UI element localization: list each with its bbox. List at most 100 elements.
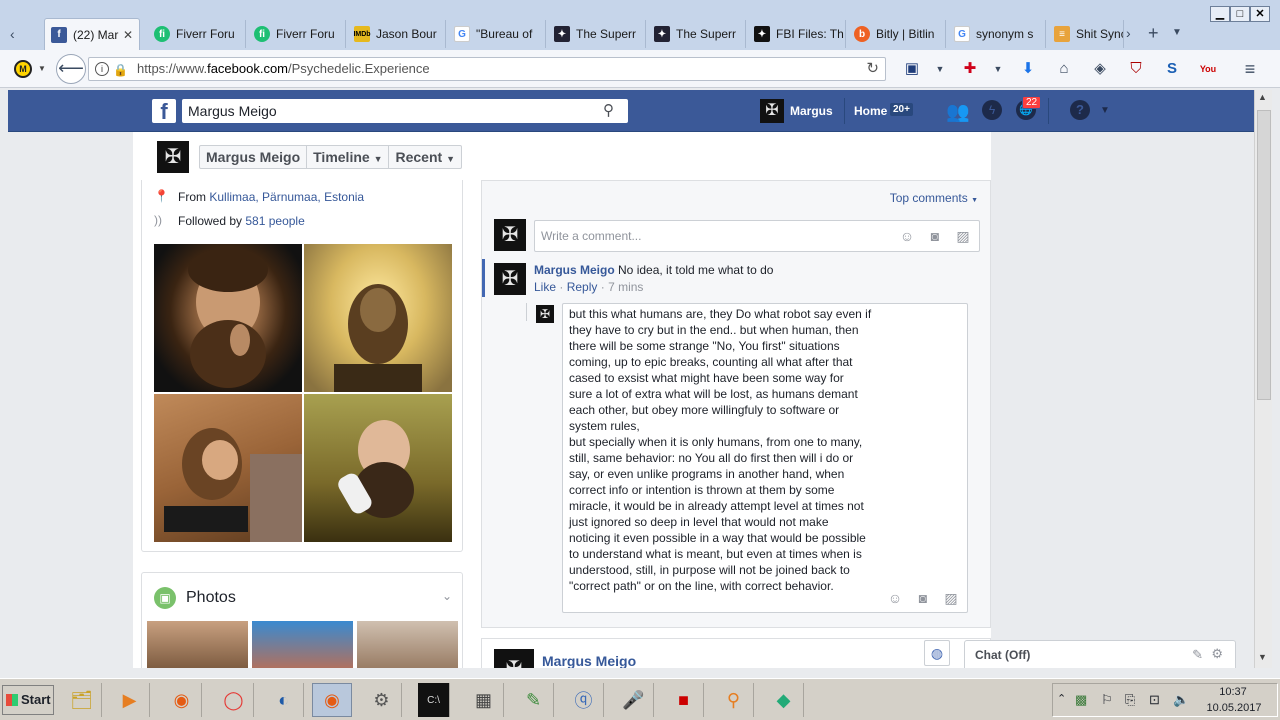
scroll-up-icon[interactable]: ▲ bbox=[1258, 92, 1267, 102]
photos-title[interactable]: Photos bbox=[186, 589, 236, 607]
photo-thumbnail[interactable] bbox=[304, 394, 452, 542]
tab-superr-1[interactable]: ✦ The Superr bbox=[548, 20, 646, 48]
comment-time[interactable]: 7 mins bbox=[608, 280, 643, 294]
save-dropdown-icon[interactable]: ▼ bbox=[930, 59, 950, 79]
opera-icon[interactable]: ◯ bbox=[214, 683, 254, 717]
profile-name-button[interactable]: Margus Meigo bbox=[200, 146, 308, 168]
security-icon[interactable]: ■ bbox=[664, 683, 704, 717]
hometown-link[interactable]: Kullimaa, Pärnumaa, Estonia bbox=[209, 190, 364, 204]
microphone-icon[interactable]: 🎤 bbox=[614, 683, 654, 717]
tab-fbi-files[interactable]: ✦ FBI Files: Th bbox=[748, 20, 846, 48]
chat-bar[interactable]: Chat (Off) ✎ ⚙ bbox=[964, 640, 1236, 668]
window-close-icon[interactable]: ✕ bbox=[1250, 6, 1270, 22]
tab-facebook[interactable]: f (22) Mar ✕ bbox=[44, 18, 140, 50]
volume-icon[interactable]: 🔈 bbox=[1173, 692, 1189, 708]
camera-icon[interactable]: ◙ bbox=[927, 228, 943, 244]
chevron-down-icon[interactable]: ⌄ bbox=[442, 589, 452, 603]
flag-icon[interactable]: ⚐ bbox=[1101, 692, 1113, 708]
sticker-icon[interactable]: ▨ bbox=[955, 228, 971, 244]
like-link[interactable]: Like bbox=[534, 280, 556, 294]
youtube-icon[interactable]: You bbox=[1198, 59, 1218, 79]
search-input[interactable]: Margus Meigo ⚲ bbox=[182, 99, 628, 123]
menu-icon[interactable]: ≡ bbox=[1240, 59, 1260, 79]
paint-icon[interactable]: ◆ bbox=[764, 683, 804, 717]
clock-date[interactable]: 10.05.2017 bbox=[1203, 702, 1265, 714]
gear-icon[interactable]: ⚙ bbox=[1211, 646, 1223, 662]
tab-fiverr-1[interactable]: fi Fiverr Foru bbox=[148, 20, 246, 48]
reply-link[interactable]: Reply bbox=[567, 280, 598, 294]
firstaid-dropdown-icon[interactable]: ▼ bbox=[988, 59, 1008, 79]
firstaid-icon[interactable]: ✚ bbox=[960, 59, 980, 79]
home-link[interactable]: Home bbox=[854, 104, 887, 118]
file-manager-icon[interactable]: 🗂 bbox=[62, 683, 102, 717]
top-comments-dropdown[interactable]: Top comments ▼ bbox=[890, 191, 978, 205]
network-icon[interactable]: ⚙ bbox=[362, 683, 402, 717]
qbittorrent-icon[interactable]: ⓠ bbox=[564, 683, 604, 717]
address-bar[interactable]: i 🔒 https://www.facebook.com/Psychedelic… bbox=[88, 57, 886, 81]
new-tab-icon[interactable]: + bbox=[1148, 23, 1159, 44]
post-author-avatar[interactable]: ✠ bbox=[494, 649, 534, 668]
facebook-logo-icon[interactable]: f bbox=[152, 99, 176, 124]
maximize-icon[interactable]: □ bbox=[1230, 6, 1250, 22]
home-icon[interactable]: ⌂ bbox=[1054, 59, 1074, 79]
search-icon[interactable]: ⚲ bbox=[603, 99, 614, 123]
recent-dropdown[interactable]: Recent ▼ bbox=[389, 146, 461, 168]
network-tray-icon[interactable]: ⊡ bbox=[1149, 692, 1160, 708]
sticker-icon[interactable]: ▨ bbox=[943, 590, 959, 606]
tab-fiverr-2[interactable]: fi Fiverr Foru bbox=[248, 20, 346, 48]
help-icon[interactable]: ? bbox=[1070, 100, 1090, 120]
scrollbar-thumb[interactable] bbox=[1257, 110, 1271, 400]
photo-thumbnail[interactable] bbox=[154, 394, 302, 542]
tab-scroll-left-icon[interactable]: ‹ bbox=[10, 26, 15, 42]
extension-m-icon[interactable]: M bbox=[14, 60, 32, 78]
close-tab-icon[interactable]: ✕ bbox=[123, 28, 133, 42]
post-author-link[interactable]: Margus Meigo bbox=[542, 653, 636, 668]
user-name-link[interactable]: Margus bbox=[790, 104, 833, 118]
tab-shit-sync[interactable]: ≡ Shit Sync bbox=[1048, 20, 1124, 48]
firefox-active-icon[interactable]: ◉ bbox=[312, 683, 352, 717]
tab-bitly[interactable]: b Bitly | Bitlin bbox=[848, 20, 946, 48]
tab-superr-2[interactable]: ✦ The Superr bbox=[648, 20, 746, 48]
friend-requests-icon[interactable]: 👥 bbox=[946, 100, 970, 124]
cmd-icon[interactable]: C:\ bbox=[418, 683, 450, 717]
scroll-down-icon[interactable]: ▼ bbox=[1258, 652, 1267, 662]
firefox-icon[interactable]: ◉ bbox=[162, 683, 202, 717]
photo-thumbnail[interactable] bbox=[147, 621, 248, 668]
followers-link[interactable]: 581 people bbox=[245, 214, 304, 228]
tray-app-icon[interactable]: ▩ bbox=[1075, 692, 1087, 708]
notepad-icon[interactable]: ✎ bbox=[514, 683, 554, 717]
user-avatar[interactable]: ✠ bbox=[760, 99, 784, 123]
reply-input[interactable]: but this what humans are, they Do what r… bbox=[562, 303, 968, 613]
start-button[interactable]: Start bbox=[2, 685, 54, 715]
download-icon[interactable]: ⬇ bbox=[1018, 59, 1038, 79]
magnifier-icon[interactable]: ⚲ bbox=[714, 683, 754, 717]
camera-icon[interactable]: ◙ bbox=[915, 590, 931, 606]
tab-scroll-right-icon[interactable]: › bbox=[1126, 25, 1131, 41]
s-extension-icon[interactable]: S bbox=[1162, 59, 1182, 79]
photo-thumbnail[interactable] bbox=[304, 244, 452, 392]
emoji-icon[interactable]: ☺ bbox=[887, 590, 903, 606]
comment-author-avatar[interactable]: ✠ bbox=[494, 263, 526, 295]
tray-expand-icon[interactable]: ⌃ bbox=[1057, 692, 1066, 705]
calculator-icon[interactable]: ▦ bbox=[464, 683, 504, 717]
media-player-icon[interactable]: ▶ bbox=[110, 683, 150, 717]
tab-google-bureau[interactable]: G "Bureau of bbox=[448, 20, 546, 48]
comment-input[interactable]: Write a comment... ☺ ◙ ▨ bbox=[534, 220, 980, 252]
globe-icon[interactable]: ◍ bbox=[924, 640, 950, 666]
clock-time[interactable]: 10:37 bbox=[1205, 686, 1261, 698]
info-icon[interactable]: i bbox=[95, 62, 109, 76]
photo-thumbnail[interactable] bbox=[154, 244, 302, 392]
back-button[interactable]: ⟵ bbox=[56, 54, 86, 84]
comment-author-link[interactable]: Margus Meigo bbox=[534, 263, 615, 277]
new-message-icon[interactable]: ✎ bbox=[1192, 647, 1203, 663]
page-scrollbar[interactable]: ▲ ▼ bbox=[1254, 90, 1272, 668]
messages-icon[interactable]: ϟ bbox=[982, 100, 1002, 120]
photo-thumbnail[interactable] bbox=[252, 621, 353, 668]
account-dropdown-icon[interactable]: ▼ bbox=[1100, 105, 1110, 116]
photo-thumbnail[interactable] bbox=[357, 621, 458, 668]
minimize-icon[interactable]: ▁ bbox=[1210, 6, 1230, 22]
ublock-icon[interactable]: ⛉ bbox=[1126, 59, 1146, 79]
pocket-icon[interactable]: ◈ bbox=[1090, 59, 1110, 79]
tab-list-dropdown-icon[interactable]: ▼ bbox=[1172, 27, 1182, 38]
extension-dropdown-icon[interactable]: ▼ bbox=[38, 64, 46, 73]
